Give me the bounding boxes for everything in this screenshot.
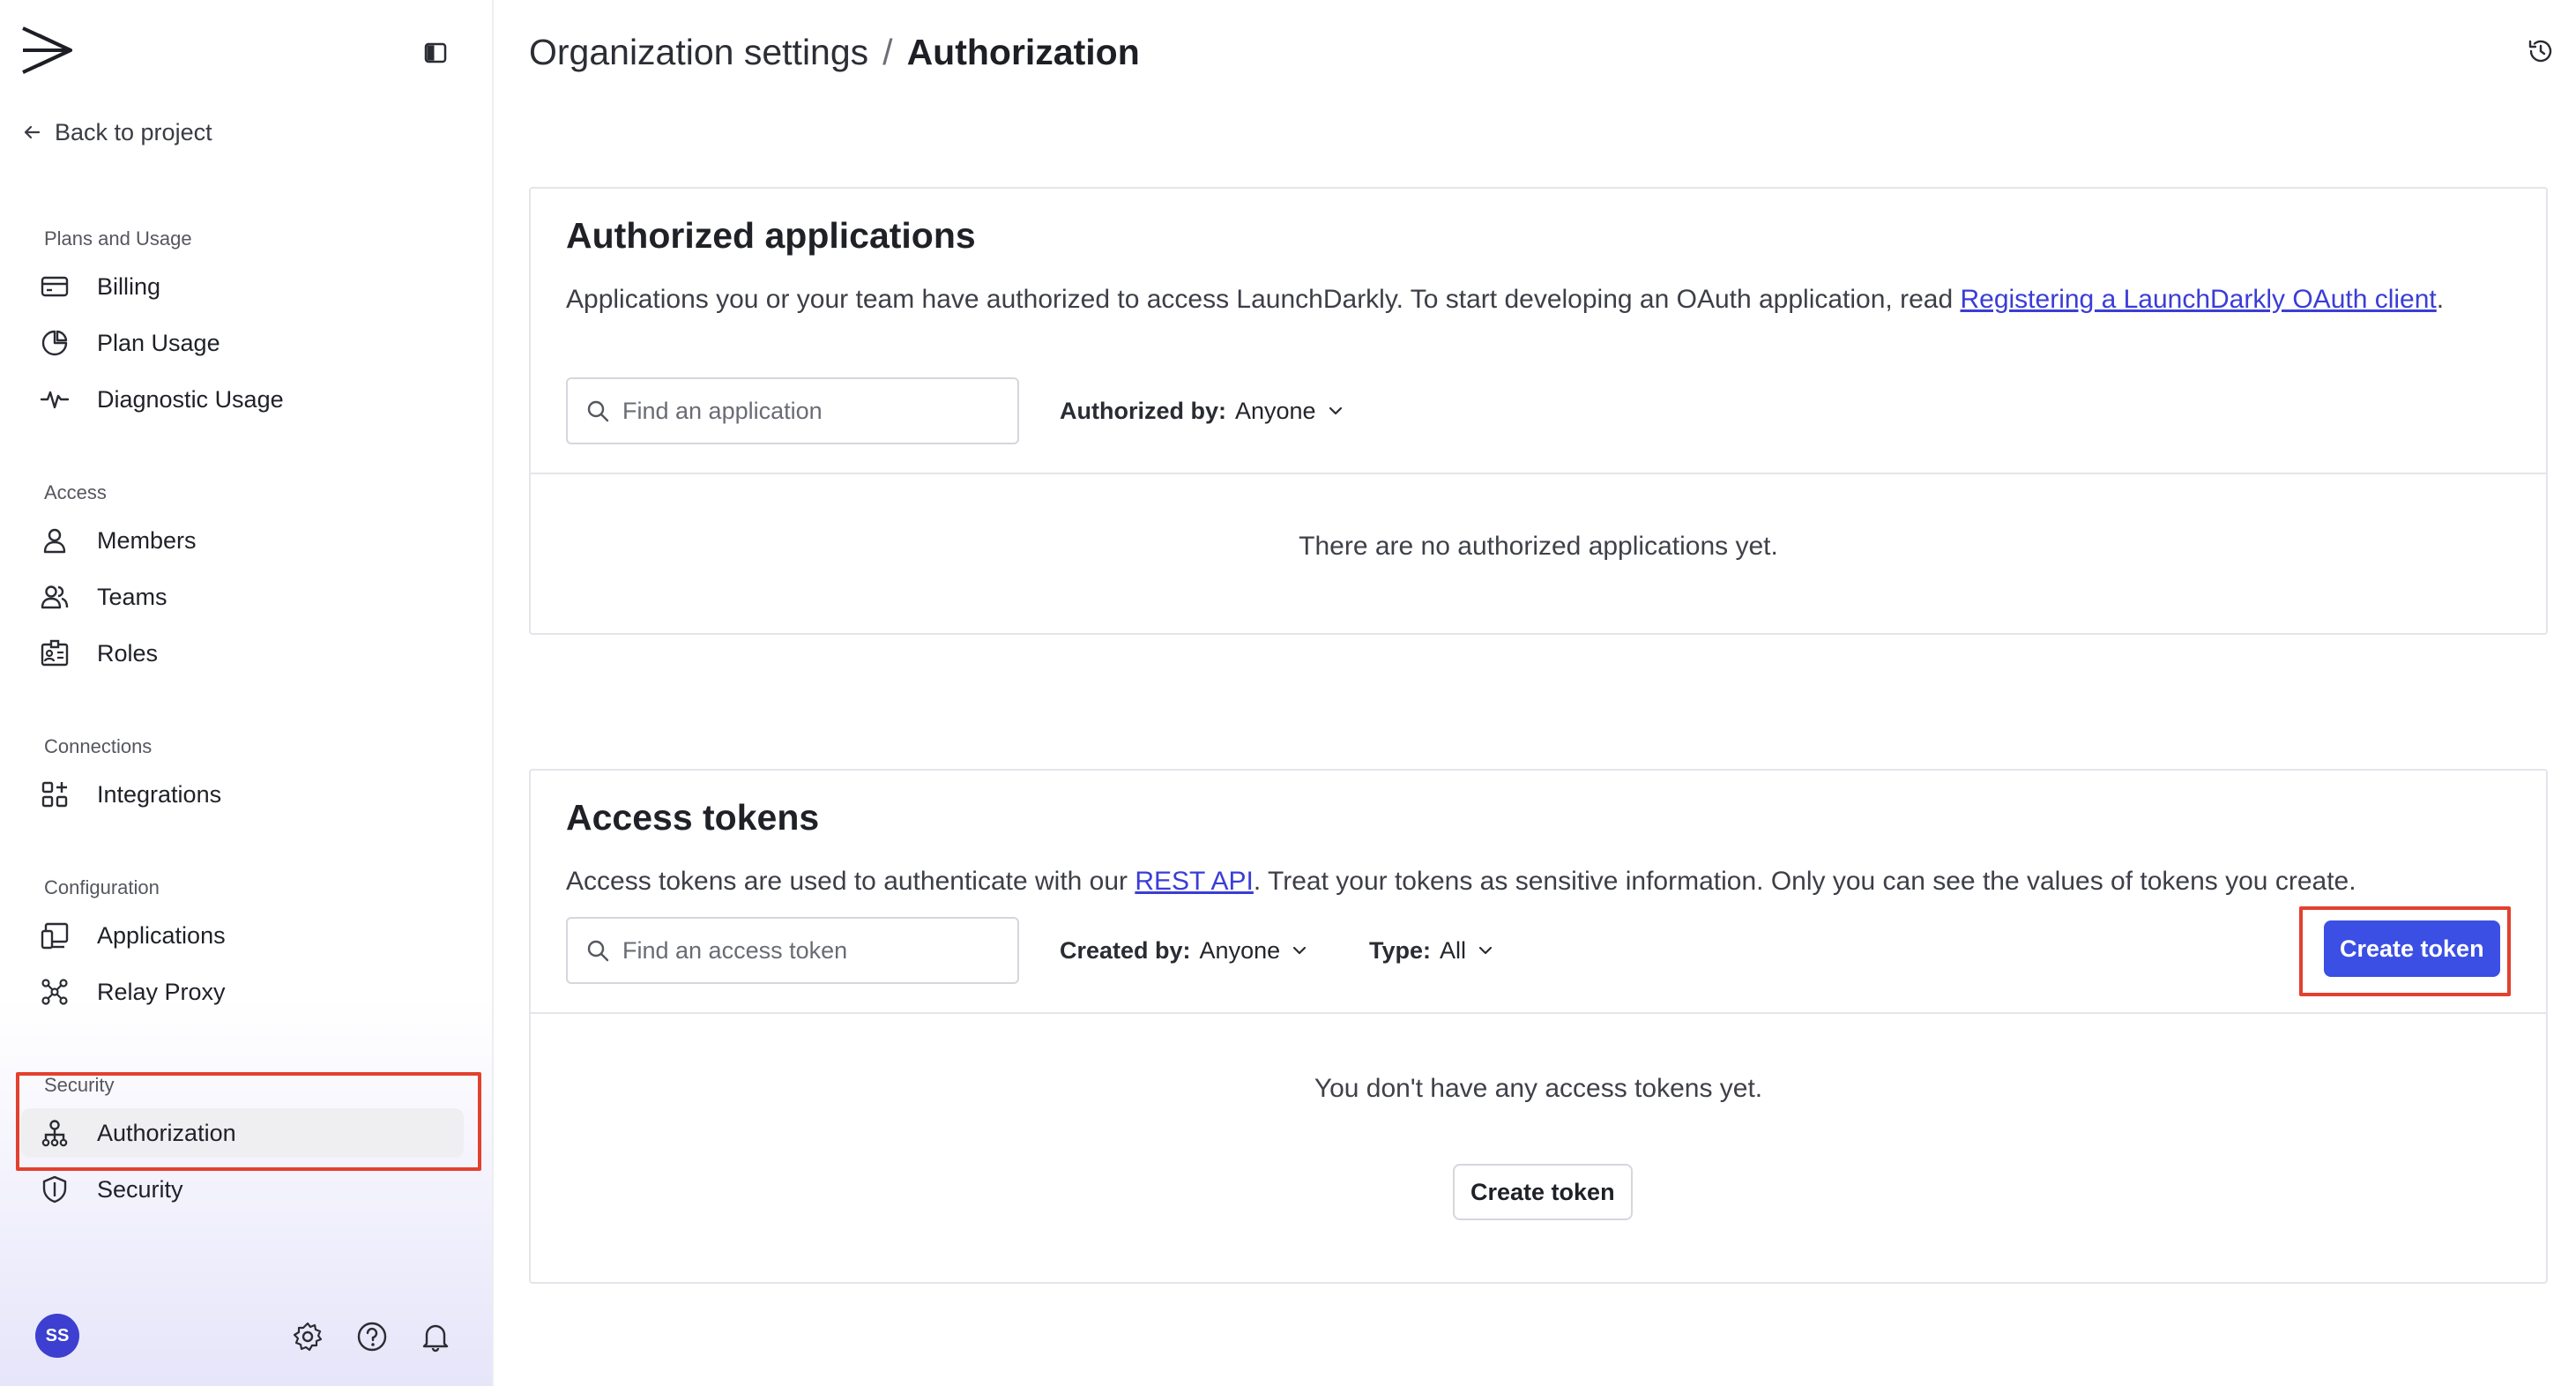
find-application-search[interactable] bbox=[566, 377, 1019, 444]
type-filter[interactable]: Type: All bbox=[1369, 933, 1496, 968]
description-suffix: . Treat your tokens as sensitive informa… bbox=[1253, 867, 2356, 896]
devices-icon bbox=[39, 920, 71, 951]
sidebar-item-roles[interactable]: Roles bbox=[21, 629, 464, 678]
sidebar-item-label: Members bbox=[97, 526, 197, 554]
users-icon bbox=[39, 581, 71, 613]
sidebar-item-applications[interactable]: Applications bbox=[21, 911, 464, 960]
sidebar-item-label: Billing bbox=[97, 272, 161, 300]
back-to-project-link[interactable]: Back to project bbox=[21, 115, 212, 150]
launchdarkly-logo[interactable] bbox=[18, 21, 76, 79]
nav-heading-configuration: Configuration bbox=[44, 876, 160, 898]
id-badge-icon bbox=[39, 637, 71, 669]
find-application-input[interactable] bbox=[622, 397, 993, 425]
sidebar-item-label: Roles bbox=[97, 639, 159, 667]
nav-heading-access: Access bbox=[44, 481, 107, 503]
nav-heading-plans: Plans and Usage bbox=[44, 227, 192, 250]
sidebar-footer: SS bbox=[0, 1305, 494, 1367]
sidebar-item-teams[interactable]: Teams bbox=[21, 572, 464, 622]
sidebar-toggle-icon bbox=[424, 42, 447, 63]
oauth-client-docs-link[interactable]: Registering a LaunchDarkly OAuth client bbox=[1960, 285, 2436, 314]
filter-label: Created by: bbox=[1060, 936, 1191, 964]
gear-icon[interactable] bbox=[290, 1319, 325, 1354]
description-text: Access tokens are used to authenticate w… bbox=[566, 867, 1135, 896]
rest-api-link[interactable]: REST API bbox=[1135, 867, 1254, 896]
filter-value: Anyone bbox=[1235, 397, 1316, 424]
no-applications-message: There are no authorized applications yet… bbox=[1299, 532, 1778, 561]
avatar[interactable]: SS bbox=[35, 1314, 79, 1358]
sidebar-item-label: Security bbox=[97, 1175, 183, 1203]
authorized-applications-card: Authorized applications Applications you… bbox=[529, 187, 2548, 635]
sidebar-item-label: Plan Usage bbox=[97, 329, 220, 356]
breadcrumb-separator: / bbox=[882, 31, 893, 72]
shield-icon bbox=[39, 1174, 71, 1205]
help-circle-icon[interactable] bbox=[354, 1319, 390, 1354]
no-access-tokens-message: You don't have any access tokens yet. bbox=[1314, 1074, 1763, 1103]
nav-heading-security: Security bbox=[44, 1074, 115, 1096]
sidebar-item-authorization[interactable]: Authorization bbox=[21, 1108, 464, 1158]
nav-heading-connections: Connections bbox=[44, 735, 153, 757]
filter-value: All bbox=[1440, 936, 1467, 964]
back-to-project-label: Back to project bbox=[55, 118, 212, 145]
search-icon bbox=[587, 400, 609, 422]
sidebar: Back to project Plans and Usage Billing … bbox=[0, 0, 494, 1386]
find-access-token-input[interactable] bbox=[622, 936, 993, 965]
filter-label: Authorized by: bbox=[1060, 397, 1226, 424]
sidebar-item-security[interactable]: Security bbox=[21, 1165, 464, 1214]
create-token-empty-state-button[interactable]: Create token bbox=[1453, 1164, 1633, 1220]
user-icon bbox=[39, 525, 71, 556]
sidebar-item-label: Diagnostic Usage bbox=[97, 385, 284, 413]
sidebar-item-diagnostic-usage[interactable]: Diagnostic Usage bbox=[21, 375, 464, 424]
access-tokens-card: Access tokens Access tokens are used to … bbox=[529, 769, 2548, 1284]
chevron-down-icon bbox=[1293, 946, 1307, 955]
sidebar-item-integrations[interactable]: Integrations bbox=[21, 770, 464, 819]
pie-chart-icon bbox=[39, 327, 71, 359]
sidebar-item-label: Applications bbox=[97, 921, 226, 949]
grid-plus-icon bbox=[39, 779, 71, 810]
description-text: Applications you or your team have autho… bbox=[566, 285, 1961, 314]
credit-card-icon bbox=[39, 271, 71, 302]
access-tokens-description: Access tokens are used to authenticate w… bbox=[566, 861, 2514, 903]
sidebar-item-billing[interactable]: Billing bbox=[21, 262, 464, 311]
org-chart-icon bbox=[39, 1117, 71, 1149]
sidebar-item-members[interactable]: Members bbox=[21, 516, 464, 565]
sidebar-item-label: Authorization bbox=[97, 1119, 236, 1146]
breadcrumb-organization-settings[interactable]: Organization settings bbox=[529, 32, 868, 73]
chevron-down-icon bbox=[1329, 406, 1342, 415]
description-suffix: . bbox=[2436, 285, 2445, 314]
filter-value: Anyone bbox=[1199, 936, 1281, 964]
breadcrumb: Organization settings / Authorization bbox=[529, 26, 1140, 78]
sidebar-item-label: Teams bbox=[97, 583, 168, 610]
authorized-by-filter[interactable]: Authorized by: Anyone bbox=[1060, 393, 1346, 428]
history-button[interactable] bbox=[2523, 34, 2558, 69]
history-icon bbox=[2528, 40, 2552, 63]
create-token-button[interactable]: Create token bbox=[2324, 920, 2500, 977]
filter-label: Type: bbox=[1369, 936, 1432, 964]
search-icon bbox=[587, 940, 609, 962]
arrow-left-icon bbox=[24, 125, 41, 139]
sidebar-item-plan-usage[interactable]: Plan Usage bbox=[21, 318, 464, 368]
bell-icon[interactable] bbox=[418, 1319, 453, 1354]
sidebar-item-label: Integrations bbox=[97, 780, 222, 808]
collapse-sidebar-button[interactable] bbox=[420, 37, 451, 69]
authorized-applications-description: Applications you or your team have autho… bbox=[566, 279, 2514, 321]
activity-icon bbox=[39, 384, 71, 415]
access-tokens-title: Access tokens bbox=[566, 797, 820, 838]
find-access-token-search[interactable] bbox=[566, 917, 1019, 984]
created-by-filter[interactable]: Created by: Anyone bbox=[1060, 933, 1310, 968]
relay-icon bbox=[39, 976, 71, 1008]
authorized-applications-title: Authorized applications bbox=[566, 215, 976, 256]
chevron-down-icon bbox=[1478, 946, 1493, 955]
sidebar-item-relay-proxy[interactable]: Relay Proxy bbox=[21, 967, 464, 1017]
sidebar-item-label: Relay Proxy bbox=[97, 978, 226, 1005]
page-title: Authorization bbox=[906, 31, 1140, 72]
